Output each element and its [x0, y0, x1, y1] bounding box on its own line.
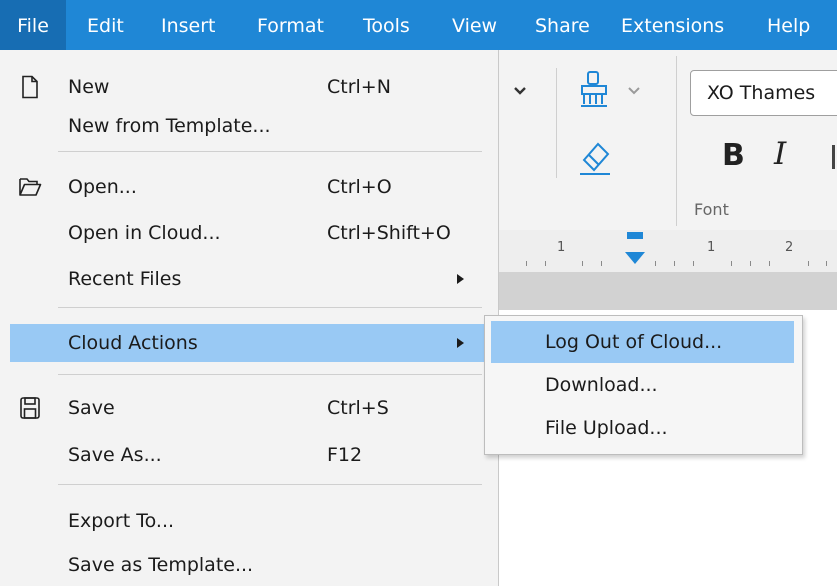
- menu-item-label: Save As...: [68, 444, 162, 466]
- font-group-label: Font: [694, 200, 729, 219]
- cloud-actions-submenu: Log Out of Cloud... Download... File Upl…: [484, 315, 803, 455]
- menu-edit[interactable]: Edit: [87, 0, 124, 50]
- menu-view[interactable]: View: [452, 0, 497, 50]
- menu-item-save[interactable]: Save Ctrl+S: [0, 389, 499, 427]
- bold-button[interactable]: B: [722, 138, 745, 173]
- menu-item-save-as[interactable]: Save As... F12: [0, 436, 499, 474]
- save-icon: [18, 396, 42, 420]
- underline-button[interactable]: [832, 145, 835, 169]
- format-painter-icon[interactable]: [578, 70, 610, 112]
- shortcut-label: Ctrl+Shift+O: [327, 222, 451, 244]
- shortcut-label: Ctrl+N: [327, 76, 391, 98]
- menu-separator: [58, 307, 482, 308]
- submenu-arrow-icon: [457, 338, 464, 348]
- menu-item-new[interactable]: New Ctrl+N: [0, 68, 499, 106]
- menu-item-save-as-template[interactable]: Save as Template...: [0, 546, 499, 584]
- menu-item-label: Open in Cloud...: [68, 222, 221, 244]
- menu-item-label: Log Out of Cloud...: [545, 331, 723, 353]
- menu-separator: [58, 484, 482, 485]
- ruler-number: 1: [557, 240, 566, 255]
- menu-item-label: Download...: [545, 374, 658, 396]
- menu-tools[interactable]: Tools: [363, 0, 410, 50]
- menu-help[interactable]: Help: [767, 0, 810, 50]
- menu-item-label: Open...: [68, 176, 137, 198]
- menu-item-recent-files[interactable]: Recent Files: [0, 260, 499, 298]
- folder-open-icon: [18, 175, 42, 199]
- ruler-margin-area: [498, 272, 837, 310]
- menu-item-cloud-actions[interactable]: Cloud Actions: [10, 324, 489, 362]
- shortcut-label: F12: [327, 444, 363, 466]
- menu-item-label: Export To...: [68, 510, 175, 532]
- file-menu-dropdown: New Ctrl+N New from Template... Open... …: [0, 50, 499, 586]
- menu-item-log-out-of-cloud[interactable]: Log Out of Cloud...: [491, 321, 794, 363]
- menu-item-download[interactable]: Download...: [491, 364, 794, 406]
- menu-separator: [58, 374, 482, 375]
- submenu-arrow-icon: [457, 274, 464, 284]
- ruler-number: 2: [785, 240, 794, 255]
- toolbar-separator: [556, 68, 557, 178]
- toolbar-separator: [676, 56, 677, 226]
- first-line-indent-marker-icon[interactable]: [623, 232, 647, 272]
- menu-separator: [58, 151, 482, 152]
- menu-item-export-to[interactable]: Export To...: [0, 502, 499, 540]
- menu-item-new-from-template[interactable]: New from Template...: [0, 107, 499, 145]
- menu-item-open-in-cloud[interactable]: Open in Cloud... Ctrl+Shift+O: [0, 214, 499, 252]
- new-document-icon: [18, 75, 42, 99]
- font-name-select[interactable]: XO Thames: [690, 70, 837, 116]
- ruler-number: 1: [707, 240, 716, 255]
- menu-item-label: Save as Template...: [68, 554, 254, 576]
- shortcut-label: Ctrl+S: [327, 397, 389, 419]
- menu-item-label: Recent Files: [68, 268, 182, 290]
- menu-item-label: New: [68, 76, 110, 98]
- menu-insert[interactable]: Insert: [161, 0, 216, 50]
- italic-button[interactable]: I: [774, 136, 786, 172]
- chevron-down-icon[interactable]: [513, 84, 527, 100]
- shortcut-label: Ctrl+O: [327, 176, 392, 198]
- eraser-icon[interactable]: [578, 138, 612, 180]
- menu-file[interactable]: File: [0, 0, 66, 50]
- menu-item-label: File Upload...: [545, 417, 668, 439]
- menu-item-label: Save: [68, 397, 115, 419]
- menu-bar: File Edit Insert Format Tools View Share…: [0, 0, 837, 50]
- menu-item-label: New from Template...: [68, 115, 271, 137]
- menu-extensions[interactable]: Extensions: [621, 0, 724, 50]
- menu-item-open[interactable]: Open... Ctrl+O: [0, 168, 499, 206]
- menu-share[interactable]: Share: [535, 0, 590, 50]
- chevron-down-icon[interactable]: [627, 84, 641, 100]
- menu-item-label: Cloud Actions: [68, 332, 198, 354]
- menu-format[interactable]: Format: [257, 0, 324, 50]
- menu-item-file-upload[interactable]: File Upload...: [491, 407, 794, 449]
